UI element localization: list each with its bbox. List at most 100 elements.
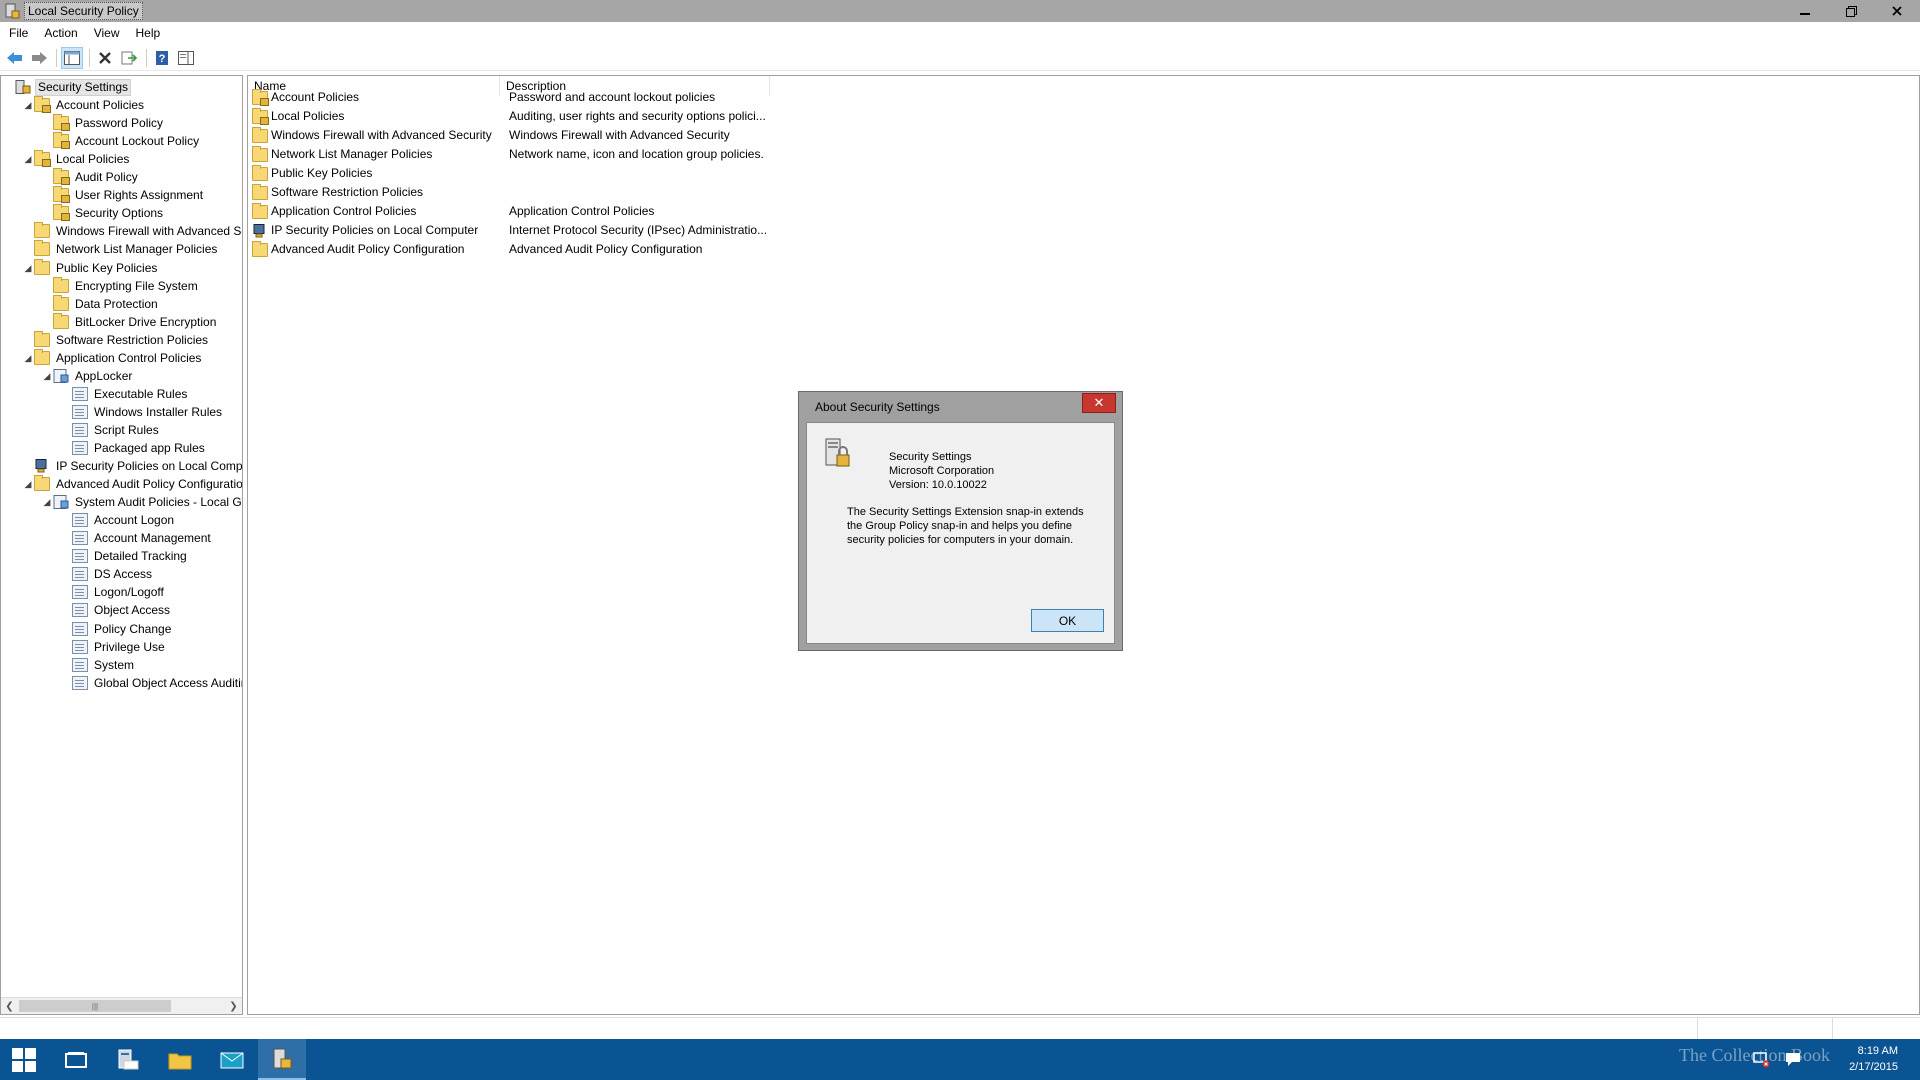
restore-button[interactable] <box>1828 0 1874 22</box>
tree-item[interactable]: Object Access <box>60 601 172 619</box>
help-button[interactable]: ? <box>151 47 173 69</box>
tree-item[interactable]: BitLocker Drive Encryption <box>41 312 218 331</box>
tree-item[interactable]: Logon/Logoff <box>60 583 166 601</box>
expand-arrow-icon[interactable]: ◢ <box>22 150 34 168</box>
tree-item[interactable]: IP Security Policies on Local Computer <box>22 457 242 475</box>
tree-item[interactable]: ◢ Advanced Audit Policy Configuration <box>22 475 242 493</box>
expand-arrow-icon[interactable]: ◢ <box>41 367 53 385</box>
tree-item[interactable]: Network List Manager Policies <box>22 240 219 258</box>
expand-arrow-icon[interactable]: ◢ <box>22 349 34 367</box>
folder-icon <box>252 164 268 181</box>
tree-item[interactable]: ◢ AppLocker <box>41 367 134 385</box>
network-icon[interactable] <box>1752 1050 1770 1071</box>
list-item-name: IP Security Policies on Local Computer <box>271 223 479 237</box>
close-button[interactable] <box>1874 0 1920 22</box>
tree-item[interactable]: Packaged app Rules <box>60 439 207 457</box>
taskbar-server-manager[interactable] <box>104 1039 152 1080</box>
taskbar-local-security-policy[interactable] <box>258 1039 306 1080</box>
list-item-description: Password and account lockout policies <box>509 90 716 104</box>
tree-item[interactable]: ◢ System Audit Policies - Local Group Pol… <box>41 493 242 511</box>
minimize-button[interactable] <box>1782 0 1828 22</box>
tree-item[interactable]: Security Settings <box>3 78 132 96</box>
expand-arrow-icon[interactable]: ◢ <box>22 259 34 277</box>
menu-help[interactable]: Help <box>128 22 169 44</box>
delete-button[interactable] <box>94 47 116 69</box>
list-row[interactable]: Network List Manager Policies Network nam… <box>252 145 769 164</box>
task-view-icon <box>65 1051 87 1068</box>
ipsec-icon <box>34 459 50 473</box>
list-row[interactable]: Advanced Audit Policy Configuration Advan… <box>252 240 769 259</box>
list-row[interactable]: Local Policies Auditing, user rights and … <box>252 107 769 126</box>
tree-item[interactable]: Detailed Tracking <box>60 547 189 565</box>
export-list-icon <box>121 51 137 64</box>
scrollbar-thumb[interactable]: ||| <box>19 1000 171 1012</box>
tree-item[interactable]: Password Policy <box>41 114 165 132</box>
tree-item[interactable]: Windows Firewall with Advanced Security <box>22 222 242 240</box>
tree-item[interactable]: Security Options <box>41 204 165 222</box>
expand-arrow-icon[interactable]: ◢ <box>22 475 34 493</box>
show-hide-console-tree-button[interactable] <box>61 46 83 69</box>
tree-item-label: Global Object Access Auditing <box>94 675 243 690</box>
menu-file[interactable]: File <box>0 22 36 44</box>
list-row[interactable]: IP Security Policies on Local Computer In… <box>252 221 769 240</box>
taskbar-outlook[interactable] <box>208 1039 256 1080</box>
scroll-left-arrow-icon[interactable]: ❮ <box>1 998 18 1014</box>
tree-item[interactable]: ◢ Application Control Policies <box>22 348 203 367</box>
title-bar: Local Security Policy <box>0 0 1920 22</box>
taskbar-file-explorer[interactable] <box>156 1039 204 1080</box>
tree-item[interactable]: DS Access <box>60 565 154 583</box>
tree-item[interactable]: User Rights Assignment <box>41 186 205 204</box>
tree-item[interactable]: Data Protection <box>41 294 160 313</box>
console-tree[interactable]: Security Settings ◢ Account Policies Passwo… <box>0 75 243 1015</box>
tree-horizontal-scrollbar[interactable]: ❮ ||| ❯ <box>1 997 242 1014</box>
folder-icon <box>252 202 268 219</box>
action-center-icon[interactable] <box>1784 1050 1802 1071</box>
expand-arrow-icon[interactable]: ◢ <box>22 96 34 114</box>
action-pane-icon <box>178 50 194 65</box>
list-row[interactable]: Application Control Policies Application … <box>252 202 769 221</box>
start-button[interactable] <box>0 1039 48 1080</box>
forward-button[interactable] <box>28 47 50 69</box>
tree-item[interactable]: Audit Policy <box>41 168 140 186</box>
back-button[interactable] <box>4 47 26 69</box>
tree-item-label: AppLocker <box>75 368 133 383</box>
tree-item[interactable]: Account Lockout Policy <box>41 132 201 150</box>
dialog-close-button[interactable]: ✕ <box>1082 393 1116 413</box>
show-hide-action-pane-button[interactable] <box>175 47 197 69</box>
folder-icon <box>34 475 50 492</box>
taskbar-task-view[interactable] <box>52 1039 100 1080</box>
tree-item[interactable]: Script Rules <box>60 421 161 439</box>
restore-icon <box>1845 5 1857 17</box>
list-item-name: Advanced Audit Policy Configuration <box>271 242 465 256</box>
tree-item[interactable]: Software Restriction Policies <box>22 330 210 349</box>
tree-item[interactable]: Policy Change <box>60 620 173 638</box>
list-row[interactable]: Windows Firewall with Advanced Security W… <box>252 126 769 145</box>
list-item-name: Software Restriction Policies <box>271 185 424 199</box>
menu-view[interactable]: View <box>86 22 128 44</box>
scroll-right-arrow-icon[interactable]: ❯ <box>225 998 242 1014</box>
folder-lock-icon <box>53 114 70 132</box>
status-segment <box>1697 1018 1832 1039</box>
tree-item[interactable]: Executable Rules <box>60 385 189 403</box>
tree-item[interactable]: ◢ Local Policies <box>22 150 131 168</box>
clock[interactable]: 8:19 AM 2/17/2015 <box>1849 1043 1898 1075</box>
tree-item-label: Logon/Logoff <box>94 585 164 600</box>
tree-item[interactable]: ◢ Public Key Policies <box>22 258 159 277</box>
list-row[interactable]: Account Policies Password and account loc… <box>252 88 769 107</box>
expand-arrow-icon[interactable]: ◢ <box>41 493 53 511</box>
tree-item[interactable]: Global Object Access Auditing <box>60 674 243 692</box>
list-item-description: Internet Protocol Security (IPsec) Admin… <box>509 223 768 237</box>
tree-item[interactable]: Privilege Use <box>60 638 167 656</box>
tree-item[interactable]: Encrypting File System <box>41 276 200 295</box>
tree-item[interactable]: Account Management <box>60 529 213 547</box>
tree-item[interactable]: Windows Installer Rules <box>60 403 224 421</box>
tree-item[interactable]: System <box>60 656 136 674</box>
export-list-button[interactable] <box>118 47 140 69</box>
menu-action[interactable]: Action <box>36 22 85 44</box>
tree-item[interactable]: Account Logon <box>60 511 176 529</box>
list-row[interactable]: Public Key Policies <box>252 164 769 183</box>
tree-item[interactable]: ◢ Account Policies <box>22 96 146 114</box>
ok-button[interactable]: OK <box>1031 609 1104 632</box>
list-row[interactable]: Software Restriction Policies <box>252 183 769 202</box>
audit-policies-icon <box>53 495 69 510</box>
